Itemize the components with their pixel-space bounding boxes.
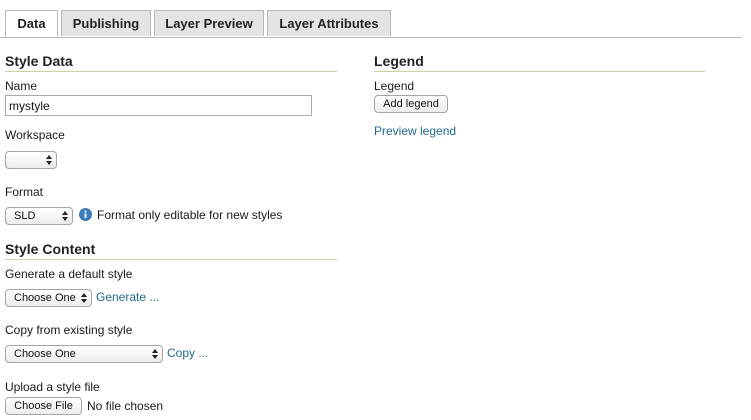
choose-file-button[interactable]: Choose File (5, 397, 82, 415)
tab-layer-preview[interactable]: Layer Preview (154, 10, 264, 36)
copy-existing-label: Copy from existing style (5, 323, 133, 337)
tab-publishing[interactable]: Publishing (61, 10, 151, 36)
style-content-heading: Style Content (5, 241, 337, 260)
add-legend-button[interactable]: Add legend (374, 95, 448, 113)
preview-legend-link[interactable]: Preview legend (374, 124, 456, 138)
upload-style-label: Upload a style file (5, 380, 100, 394)
style-data-heading: Style Data (5, 53, 337, 72)
generate-select-value: Choose One (14, 292, 76, 304)
tab-data[interactable]: Data (5, 10, 58, 37)
select-arrows-icon (46, 155, 52, 165)
workspace-select[interactable] (5, 151, 57, 169)
generate-default-label: Generate a default style (5, 267, 133, 281)
format-label: Format (5, 185, 44, 199)
copy-style-select[interactable]: Choose One (5, 345, 163, 363)
format-select[interactable]: SLD (5, 207, 73, 225)
select-arrows-icon (62, 211, 68, 221)
legend-label: Legend (374, 79, 415, 93)
copy-link[interactable]: Copy ... (167, 346, 208, 360)
info-icon (79, 208, 92, 221)
generate-style-select[interactable]: Choose One (5, 289, 92, 307)
file-status-text: No file chosen (87, 399, 164, 413)
name-label: Name (5, 79, 38, 93)
legend-heading: Legend (374, 53, 705, 72)
style-editor-page: Data Publishing Layer Preview Layer Attr… (0, 0, 751, 420)
generate-link[interactable]: Generate ... (96, 290, 159, 304)
tab-bar: Data Publishing Layer Preview Layer Attr… (0, 0, 742, 38)
workspace-label: Workspace (5, 128, 65, 142)
select-arrows-icon (81, 293, 87, 303)
tab-layer-attributes[interactable]: Layer Attributes (267, 10, 391, 36)
format-note: Format only editable for new styles (97, 208, 283, 222)
copy-select-value: Choose One (14, 348, 76, 360)
name-field[interactable] (5, 95, 312, 116)
select-arrows-icon (152, 349, 158, 359)
format-select-value: SLD (14, 210, 36, 222)
